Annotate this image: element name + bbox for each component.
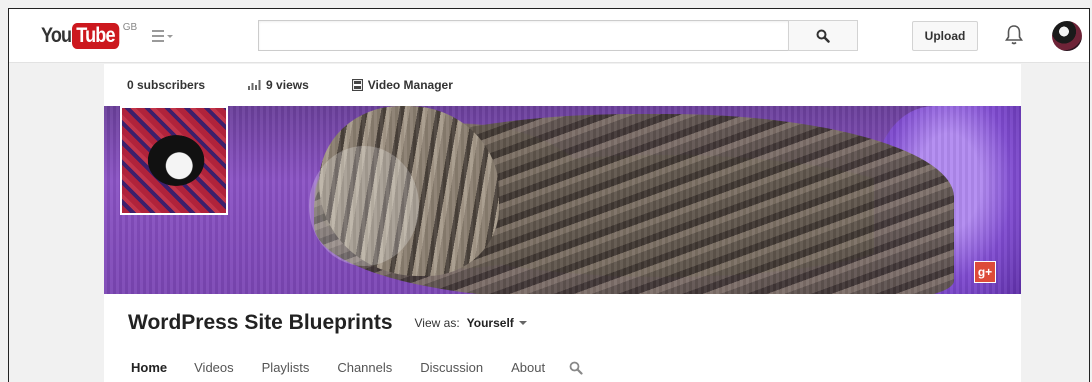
chevron-down-icon bbox=[167, 34, 173, 38]
channel-container: 0 subscribers 9 views Video Manager g+ W… bbox=[104, 64, 1021, 382]
upload-button[interactable]: Upload bbox=[912, 21, 978, 51]
view-count-label: 9 views bbox=[266, 78, 309, 92]
search-button[interactable] bbox=[788, 20, 858, 51]
guide-menu-icon bbox=[152, 30, 164, 42]
browser-viewport: You Tube GB Upload 0 subscribers 9 views… bbox=[8, 8, 1090, 382]
guide-menu-button[interactable] bbox=[152, 27, 182, 45]
tab-channels[interactable]: Channels bbox=[337, 356, 392, 382]
google-plus-icon[interactable]: g+ bbox=[974, 261, 996, 283]
film-icon bbox=[351, 79, 363, 91]
tab-videos[interactable]: Videos bbox=[194, 356, 234, 382]
logo-you-text: You bbox=[41, 24, 72, 47]
subscriber-count[interactable]: 0 subscribers bbox=[127, 78, 205, 92]
channel-tabs: Home Videos Playlists Channels Discussio… bbox=[104, 356, 1021, 382]
youtube-logo[interactable]: You Tube GB bbox=[41, 22, 138, 49]
logo-tube-text: Tube bbox=[72, 23, 120, 49]
video-manager-link[interactable]: Video Manager bbox=[351, 78, 453, 92]
channel-search-button[interactable] bbox=[569, 356, 583, 382]
bar-chart-icon bbox=[248, 80, 261, 90]
bell-icon[interactable] bbox=[1002, 23, 1026, 47]
subscriber-count-label: 0 subscribers bbox=[127, 78, 206, 92]
view-as-label: View as: bbox=[414, 316, 460, 330]
video-manager-label: Video Manager bbox=[367, 78, 453, 92]
search-icon bbox=[816, 29, 830, 43]
avatar[interactable] bbox=[1052, 21, 1082, 51]
search-box bbox=[258, 20, 789, 51]
tab-discussion[interactable]: Discussion bbox=[420, 356, 483, 382]
search-input[interactable] bbox=[259, 21, 789, 50]
view-count[interactable]: 9 views bbox=[248, 78, 309, 92]
view-as-dropdown[interactable]: Yourself bbox=[467, 316, 527, 330]
view-as-value: Yourself bbox=[466, 316, 514, 330]
channel-stats-bar: 0 subscribers 9 views Video Manager bbox=[104, 64, 1021, 106]
masthead: You Tube GB Upload bbox=[9, 9, 1089, 63]
tab-about[interactable]: About bbox=[511, 356, 545, 382]
tab-playlists[interactable]: Playlists bbox=[262, 356, 310, 382]
channel-banner: g+ bbox=[104, 106, 1021, 294]
logo-region: GB bbox=[122, 22, 138, 33]
banner-texture bbox=[104, 106, 1021, 294]
search-icon bbox=[569, 361, 583, 375]
channel-title: WordPress Site Blueprints bbox=[128, 311, 393, 334]
chevron-down-icon bbox=[518, 321, 527, 325]
channel-icon[interactable] bbox=[120, 106, 228, 215]
channel-title-row: WordPress Site Blueprints View as: Yours… bbox=[104, 294, 1021, 352]
tab-home[interactable]: Home bbox=[131, 356, 167, 382]
